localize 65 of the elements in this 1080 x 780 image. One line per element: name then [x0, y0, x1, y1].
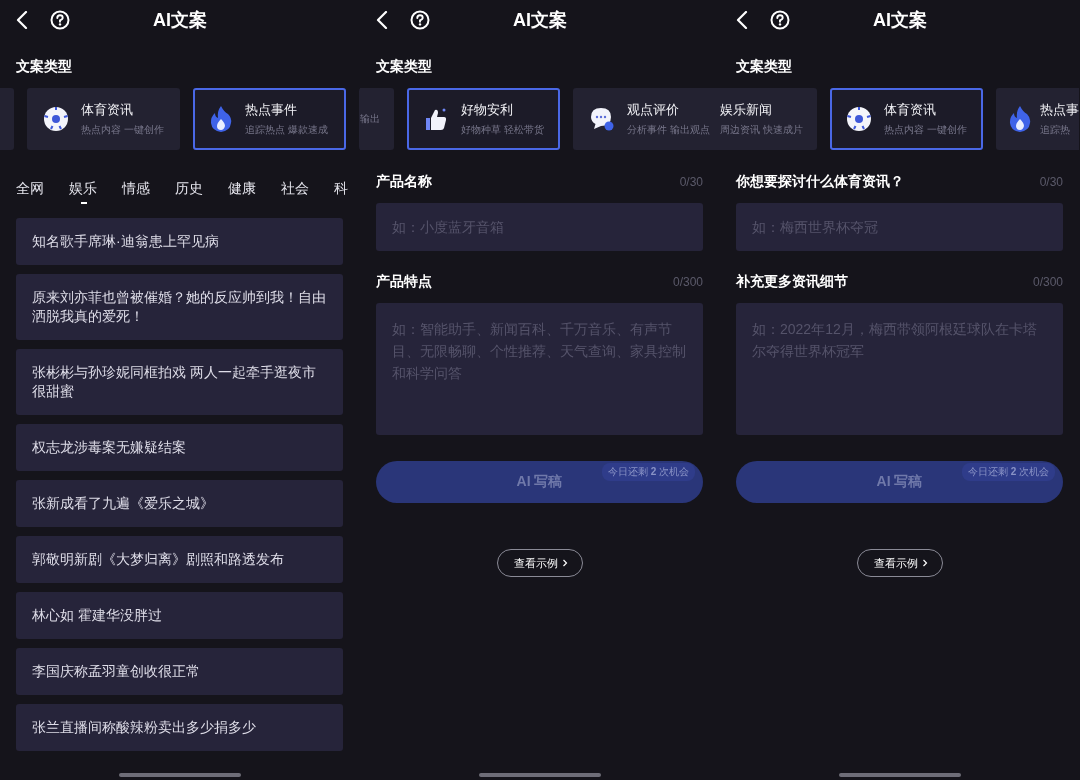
- field-label: 产品名称: [376, 173, 432, 191]
- char-count: 0/30: [1039, 175, 1063, 189]
- category-tab[interactable]: 全网: [16, 180, 69, 206]
- category-tab[interactable]: 历史: [175, 180, 228, 206]
- section-label: 文案类型: [376, 58, 433, 76]
- help-icon[interactable]: [770, 10, 790, 30]
- field-label: 产品特点: [376, 273, 432, 291]
- card-title: 娱乐新闻: [720, 101, 773, 119]
- flame-icon: [209, 105, 233, 133]
- news-item[interactable]: 张彬彬与孙珍妮同框拍戏 两人一起牵手逛夜市很甜蜜: [16, 349, 343, 415]
- category-tab[interactable]: 情感: [122, 180, 175, 206]
- type-card[interactable]: 热点事件 追踪热点 爆款速成: [193, 88, 346, 150]
- news-item[interactable]: 林心如 霍建华没胖过: [16, 592, 343, 639]
- remaining-badge: 今日还剩 2 次机会: [961, 463, 1055, 481]
- card-subtitle: 好物种草 轻松带货: [461, 123, 544, 137]
- card-subtitle: 输出: [360, 112, 380, 126]
- news-item[interactable]: 权志龙涉毒案无嫌疑结案: [16, 424, 343, 471]
- card-title: 热点事件: [245, 101, 298, 119]
- category-tab[interactable]: 科: [334, 180, 360, 206]
- speech-bubble-icon: [589, 106, 615, 132]
- card-title: 热点事: [1039, 101, 1079, 119]
- char-count: 0/30: [679, 175, 703, 189]
- section-label: 文案类型: [736, 58, 793, 76]
- chevron-icon: [922, 559, 928, 567]
- page-title: AI文案: [872, 9, 928, 32]
- back-icon[interactable]: [16, 11, 28, 29]
- news-item[interactable]: 李国庆称孟羽童创收很正常: [16, 648, 343, 695]
- card-subtitle: 追踪热点 爆款速成: [245, 123, 328, 137]
- back-icon[interactable]: [376, 11, 388, 29]
- card-subtitle: 周边资讯 快速成片: [720, 123, 803, 137]
- soccer-ball-icon: [845, 106, 872, 132]
- news-item[interactable]: 原来刘亦菲也曾被催婚？她的反应帅到我！自由洒脱我真的爱死！: [16, 274, 343, 340]
- char-count: 0/300: [672, 275, 703, 289]
- card-subtitle: 分析事件 输出观点: [627, 123, 710, 137]
- news-item[interactable]: 张兰直播间称酸辣粉卖出多少捐多少: [16, 704, 343, 751]
- category-tab[interactable]: 健康: [228, 180, 281, 206]
- field-label: 补充更多资讯细节: [736, 273, 848, 291]
- card-subtitle: 追踪热: [1039, 123, 1071, 137]
- type-card[interactable]: 好物安利 好物种草 轻松带货: [407, 88, 560, 150]
- help-icon[interactable]: [50, 10, 70, 30]
- type-card[interactable]: 热点事 追踪热: [995, 88, 1079, 150]
- type-card[interactable]: 观点评价 分析事件 输出观点: [573, 88, 720, 150]
- category-tab[interactable]: 社会: [281, 180, 334, 206]
- news-item[interactable]: 郭敬明新剧《大梦归离》剧照和路透发布: [16, 536, 343, 583]
- field-label: 你想要探讨什么体育资讯？: [736, 173, 904, 191]
- back-icon[interactable]: [736, 11, 748, 29]
- category-tab[interactable]: 娱乐: [69, 180, 122, 206]
- card-title: 体育资讯: [883, 101, 937, 119]
- thumbs-up-icon: [423, 106, 449, 132]
- char-count: 0/300: [1032, 275, 1063, 289]
- type-card[interactable]: 输出: [360, 88, 394, 150]
- page-title: AI文案: [152, 9, 208, 32]
- card-title: 好物安利: [461, 101, 514, 119]
- card-title: 体育资讯: [81, 101, 134, 119]
- chevron-icon: [562, 559, 568, 567]
- flame-icon: [1007, 105, 1032, 133]
- page-title: AI文案: [512, 9, 568, 32]
- remaining-badge: 今日还剩 2 次机会: [601, 463, 695, 481]
- help-icon[interactable]: [410, 10, 430, 30]
- type-card[interactable]: 娱乐新闻 周边资讯 快速成片: [720, 88, 817, 150]
- news-item[interactable]: 知名歌手席琳·迪翁患上罕见病: [16, 218, 343, 265]
- card-title: 观点评价: [627, 101, 680, 119]
- news-item[interactable]: 张新成看了九遍《爱乐之城》: [16, 480, 343, 527]
- soccer-ball-icon: [43, 106, 69, 132]
- section-label: 文案类型: [16, 58, 73, 76]
